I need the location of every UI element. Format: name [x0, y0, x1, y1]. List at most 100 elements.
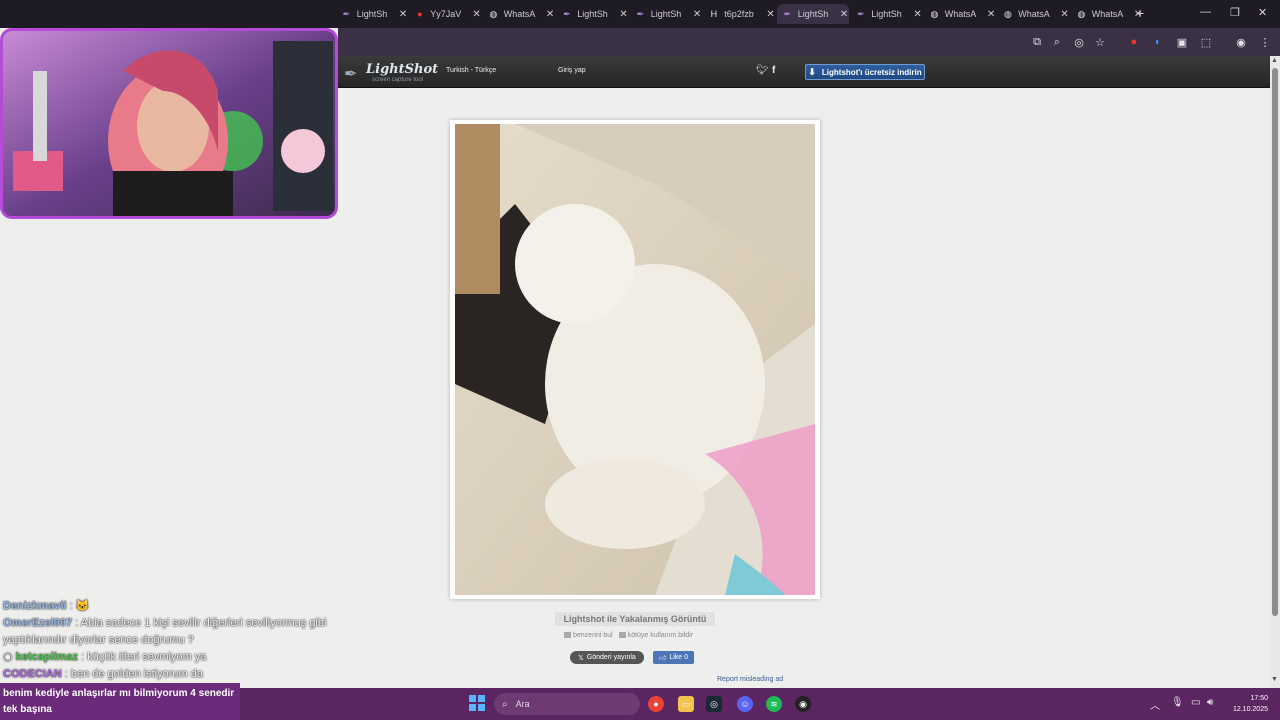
lightshot-logo[interactable]: ✒ LightShot screen capture tool	[344, 62, 438, 84]
post-on-x-button[interactable]: 𝕏 Gönderi yayınla	[570, 651, 644, 664]
close-tab-icon[interactable]: ✕	[472, 9, 481, 20]
screenshot-image[interactable]	[455, 124, 815, 595]
tab-title: WhatsA	[1018, 9, 1050, 19]
close-window-icon[interactable]: ✕	[1258, 6, 1267, 19]
taskbar-clock[interactable]: 17:50 12.10.2025	[1228, 693, 1268, 715]
clock-date: 12.10.2025	[1232, 706, 1268, 713]
close-tab-icon[interactable]: ✕	[619, 9, 628, 20]
browser-tab-strip: ✒ LightSh ✕ ● Yy7JaV ✕ ◍ WhatsA ✕ ✒ LightSh ✕ ✒ Light…	[0, 0, 1280, 28]
new-tab-button[interactable]: +	[1136, 5, 1144, 21]
browser-tab[interactable]: ✒ LightSh ✕	[630, 4, 702, 24]
chrome-icon[interactable]: ●	[648, 696, 664, 712]
close-tab-icon[interactable]: ✕	[987, 9, 996, 20]
extension-red-icon[interactable]: ●	[1127, 35, 1141, 49]
chat-message: CODECIAN : ben de golden istiyorum da	[3, 666, 333, 683]
report-abuse-label: kötüye kullanım bildir	[627, 632, 694, 639]
minimize-icon[interactable]: —	[1200, 6, 1211, 18]
image-icon	[564, 632, 571, 639]
login-link[interactable]: Giriş yap	[558, 67, 586, 74]
x-logo-icon: 𝕏	[578, 654, 584, 662]
scrollbar-thumb[interactable]	[1272, 68, 1278, 616]
cat-emote-icon: 🐱	[75, 600, 90, 612]
language-selector[interactable]: Turkish - Türkçe	[446, 67, 496, 74]
browser-tab[interactable]: ◍ WhatsA ✕	[1071, 4, 1143, 24]
page-scrollbar[interactable]: ▲ ▼	[1270, 56, 1280, 688]
tab-title: WhatsA	[1091, 9, 1124, 19]
twitter-icon[interactable]: 🐦︎	[756, 65, 769, 76]
browser-tab[interactable]: ✒ LightSh ✕	[851, 4, 923, 24]
discord-icon[interactable]: ☺	[737, 696, 753, 712]
zoom-icon[interactable]: ⌕	[1050, 35, 1064, 49]
thumbs-up-icon: 👍︎	[658, 655, 667, 662]
tab-title: LightSh	[356, 9, 388, 19]
tab-title: LightSh	[797, 9, 829, 19]
badge-icon: ◉	[3, 651, 13, 663]
facebook-icon[interactable]: f	[772, 65, 775, 76]
facebook-like-button[interactable]: 👍︎ Like 0	[653, 651, 694, 664]
stream-overlay-area: Denizkmavii : 🐱 OmerEzel007 : Abla sadec…	[0, 28, 338, 688]
lightshot-feather-icon: ✒	[783, 8, 792, 19]
browser-tab[interactable]: ✒ LightSh ✕	[777, 4, 849, 24]
chat-message: Denizkmavii : 🐱	[3, 598, 333, 615]
chat-username: ketcapilmaz	[15, 651, 79, 663]
tab-title: t6p2fzb	[724, 9, 754, 19]
chat-text: : küçük itleri sevmiyom ya	[81, 651, 207, 663]
obs-icon[interactable]: ◉	[795, 696, 811, 712]
download-icon: ⬇	[808, 66, 816, 77]
find-similar-link[interactable]: benzerini bul	[564, 632, 613, 639]
browser-tab[interactable]: ✒ LightSh ✕	[557, 4, 629, 24]
volume-icon[interactable]: 🔊︎	[1207, 697, 1213, 708]
globe-icon: ◍	[930, 8, 939, 19]
microphone-icon[interactable]: 🎙︎	[1171, 697, 1184, 708]
steam-icon[interactable]: ◎	[706, 696, 722, 712]
bookmark-star-icon[interactable]: ☆	[1093, 35, 1107, 49]
menu-dots-icon[interactable]: ⋮	[1258, 35, 1272, 49]
windows-start-icon[interactable]	[469, 695, 485, 711]
globe-icon: ◍	[1077, 8, 1086, 19]
browser-tab[interactable]: ✒ LightSh ✕	[336, 4, 408, 24]
tab-title: WhatsA	[944, 9, 977, 19]
extension-audio-icon[interactable]: ◖	[1150, 35, 1164, 49]
lightshot-feather-icon: ✒	[563, 8, 571, 19]
scroll-up-icon[interactable]: ▲	[1271, 57, 1278, 64]
chat-message: OmerEzel007 : Abla sadece 1 kişi sevilir…	[3, 615, 333, 649]
close-tab-icon[interactable]: ✕	[546, 9, 555, 20]
browser-tab[interactable]: ◍ WhatsA ✕	[924, 4, 996, 24]
browser-tab[interactable]: ● Yy7JaV ✕	[410, 4, 482, 24]
post-label: Gönderi yayınla	[586, 654, 636, 661]
browser-tab[interactable]: ◍ WhatsA ✕	[998, 4, 1070, 24]
browser-tab[interactable]: Ht6p2fzb ✕	[704, 4, 776, 24]
tab-title: LightSh	[650, 9, 682, 19]
profile-avatar-icon[interactable]: ◉	[1234, 35, 1248, 49]
tray-chevron-icon[interactable]: ︿	[1150, 697, 1160, 712]
close-tab-icon[interactable]: ✕	[693, 9, 702, 20]
flag-icon	[618, 632, 626, 639]
chat-text: :	[69, 600, 73, 612]
extensions-puzzle-icon[interactable]: ⬚	[1199, 35, 1213, 49]
tab-title: LightSh	[871, 9, 902, 19]
close-tab-icon[interactable]: ✕	[399, 9, 408, 20]
scroll-down-icon[interactable]: ▼	[1271, 676, 1278, 683]
logo-tagline: screen capture tool	[372, 77, 424, 83]
tracking-protection-icon[interactable]: ◎	[1072, 35, 1086, 49]
close-tab-icon[interactable]: ✕	[840, 9, 849, 20]
close-tab-icon[interactable]: ✕	[1060, 9, 1069, 20]
search-icon: ⌕	[502, 698, 508, 710]
install-app-icon[interactable]: ⧉	[1030, 35, 1044, 49]
browser-tab[interactable]: ◍ WhatsA ✕	[483, 4, 555, 24]
report-abuse-link[interactable]: kötüye kullanım bildir	[618, 632, 694, 639]
download-button[interactable]: ⬇ Lightshot'ı ücretsiz indirin	[805, 64, 925, 80]
spotify-icon[interactable]: ≋	[766, 696, 782, 712]
lightshot-header: ✒ LightShot screen capture tool Turkish …	[338, 56, 1280, 88]
report-ad-link[interactable]: Report misleading ad	[717, 676, 783, 683]
close-tab-icon[interactable]: ✕	[913, 9, 922, 20]
like-label: Like 0	[669, 654, 688, 661]
restore-icon[interactable]: ❐	[1230, 6, 1240, 19]
close-tab-icon[interactable]: ✕	[766, 9, 775, 20]
lightshot-feather-icon: ✒	[636, 8, 645, 19]
extension-box-icon[interactable]: ▣	[1175, 35, 1189, 49]
download-label: Lightshot'ı ücretsiz indirin	[821, 67, 922, 77]
taskbar-search[interactable]: ⌕ Ara	[494, 693, 640, 715]
network-icon[interactable]: ▭	[1191, 697, 1200, 708]
file-explorer-icon[interactable]: ▭	[678, 696, 694, 712]
